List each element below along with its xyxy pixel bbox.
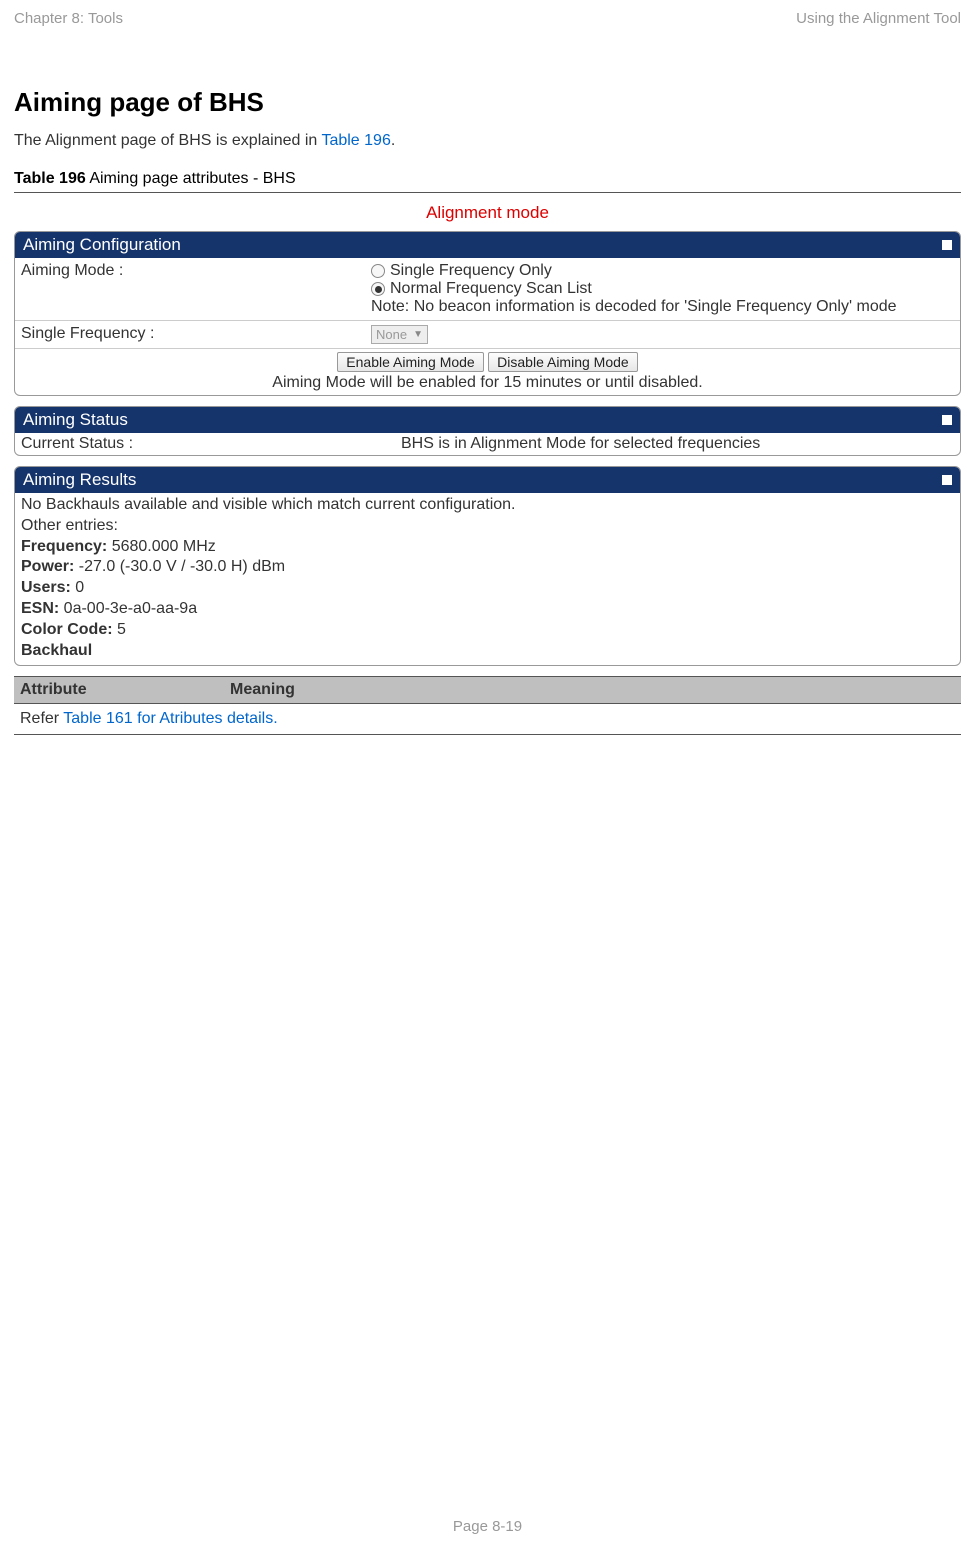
aiming-status-panel: Aiming Status Current Status : BHS is in…: [14, 406, 961, 456]
attr-body-prefix: Refer: [20, 710, 63, 727]
aiming-mode-row: Aiming Mode : Single Frequency Only Norm…: [15, 258, 960, 321]
results-power: Power: -27.0 (-30.0 V / -30.0 H) dBm: [21, 557, 954, 578]
aiming-mode-value: Single Frequency Only Normal Frequency S…: [371, 260, 954, 318]
intro-prefix: The Alignment page of BHS is explained i…: [14, 132, 321, 149]
attr-col-meaning: Meaning: [230, 681, 955, 699]
results-line2: Other entries:: [21, 516, 954, 537]
page-title: Aiming page of BHS: [14, 87, 961, 118]
cc-label: Color Code:: [21, 621, 113, 638]
page-number: Page 8-19: [0, 1518, 975, 1535]
freq-value: 5680.000 MHz: [107, 538, 216, 555]
backhaul-label: Backhaul: [21, 642, 92, 659]
alignment-mode-label: Alignment mode: [14, 203, 961, 223]
radio-icon[interactable]: [371, 282, 385, 296]
results-color-code: Color Code: 5: [21, 620, 954, 641]
radio-normal-scan-label: Normal Frequency Scan List: [390, 280, 592, 298]
aiming-mode-note: Note: No beacon information is decoded f…: [371, 298, 954, 316]
esn-label: ESN:: [21, 600, 59, 617]
aiming-mode-label: Aiming Mode :: [21, 260, 371, 280]
aiming-status-title: Aiming Status: [23, 410, 128, 430]
radio-single-freq[interactable]: Single Frequency Only: [371, 262, 954, 280]
results-line1: No Backhauls available and visible which…: [21, 495, 954, 516]
single-frequency-value: None ▼: [371, 323, 954, 346]
attribute-body-row: Refer Table 161 for Atributes details.: [14, 704, 961, 735]
intro-text: The Alignment page of BHS is explained i…: [14, 132, 961, 150]
current-status-row: Current Status : BHS is in Alignment Mod…: [15, 433, 960, 455]
freq-label: Frequency:: [21, 538, 107, 555]
header-right: Using the Alignment Tool: [796, 10, 961, 27]
attribute-header-row: Attribute Meaning: [14, 677, 961, 704]
aiming-results-header[interactable]: Aiming Results: [15, 467, 960, 493]
attr-body-link[interactable]: Table 161 for Atributes details.: [63, 710, 277, 727]
aiming-button-note: Aiming Mode will be enabled for 15 minut…: [15, 374, 960, 395]
current-status-label: Current Status :: [21, 435, 401, 453]
table-caption: Table 196 Aiming page attributes - BHS: [14, 170, 961, 188]
users-value: 0: [71, 579, 84, 596]
aiming-status-header[interactable]: Aiming Status: [15, 407, 960, 433]
single-frequency-row: Single Frequency : None ▼: [15, 321, 960, 349]
aiming-results-body: No Backhauls available and visible which…: [15, 493, 960, 665]
power-label: Power:: [21, 558, 74, 575]
collapse-icon[interactable]: [942, 240, 952, 250]
users-label: Users:: [21, 579, 71, 596]
aiming-configuration-title: Aiming Configuration: [23, 235, 181, 255]
results-frequency: Frequency: 5680.000 MHz: [21, 537, 954, 558]
table-caption-rest: Aiming page attributes - BHS: [86, 170, 296, 187]
radio-single-freq-label: Single Frequency Only: [390, 262, 552, 280]
intro-link[interactable]: Table 196: [321, 132, 390, 149]
collapse-icon[interactable]: [942, 475, 952, 485]
aiming-results-panel: Aiming Results No Backhauls available an…: [14, 466, 961, 666]
cc-value: 5: [113, 621, 126, 638]
single-frequency-label: Single Frequency :: [21, 323, 371, 343]
aiming-configuration-panel: Aiming Configuration Aiming Mode : Singl…: [14, 231, 961, 396]
intro-suffix: .: [391, 132, 395, 149]
collapse-icon[interactable]: [942, 415, 952, 425]
disable-aiming-button[interactable]: Disable Aiming Mode: [488, 352, 638, 372]
radio-normal-scan[interactable]: Normal Frequency Scan List: [371, 280, 954, 298]
header-left: Chapter 8: Tools: [14, 10, 123, 27]
results-backhaul: Backhaul: [21, 641, 954, 662]
table-rule: [14, 192, 961, 193]
aiming-button-row: Enable Aiming Mode Disable Aiming Mode: [15, 349, 960, 374]
aiming-results-title: Aiming Results: [23, 470, 136, 490]
results-users: Users: 0: [21, 578, 954, 599]
power-value: -27.0 (-30.0 V / -30.0 H) dBm: [74, 558, 285, 575]
enable-aiming-button[interactable]: Enable Aiming Mode: [337, 352, 483, 372]
single-frequency-select[interactable]: None ▼: [371, 325, 428, 344]
select-value: None: [376, 327, 407, 342]
page-header: Chapter 8: Tools Using the Alignment Too…: [14, 10, 961, 27]
current-status-value: BHS is in Alignment Mode for selected fr…: [401, 435, 954, 453]
aiming-configuration-header[interactable]: Aiming Configuration: [15, 232, 960, 258]
table-caption-bold: Table 196: [14, 170, 86, 187]
esn-value: 0a-00-3e-a0-aa-9a: [59, 600, 197, 617]
radio-icon[interactable]: [371, 264, 385, 278]
results-esn: ESN: 0a-00-3e-a0-aa-9a: [21, 599, 954, 620]
chevron-down-icon: ▼: [413, 329, 423, 340]
attr-col-attribute: Attribute: [20, 681, 230, 699]
